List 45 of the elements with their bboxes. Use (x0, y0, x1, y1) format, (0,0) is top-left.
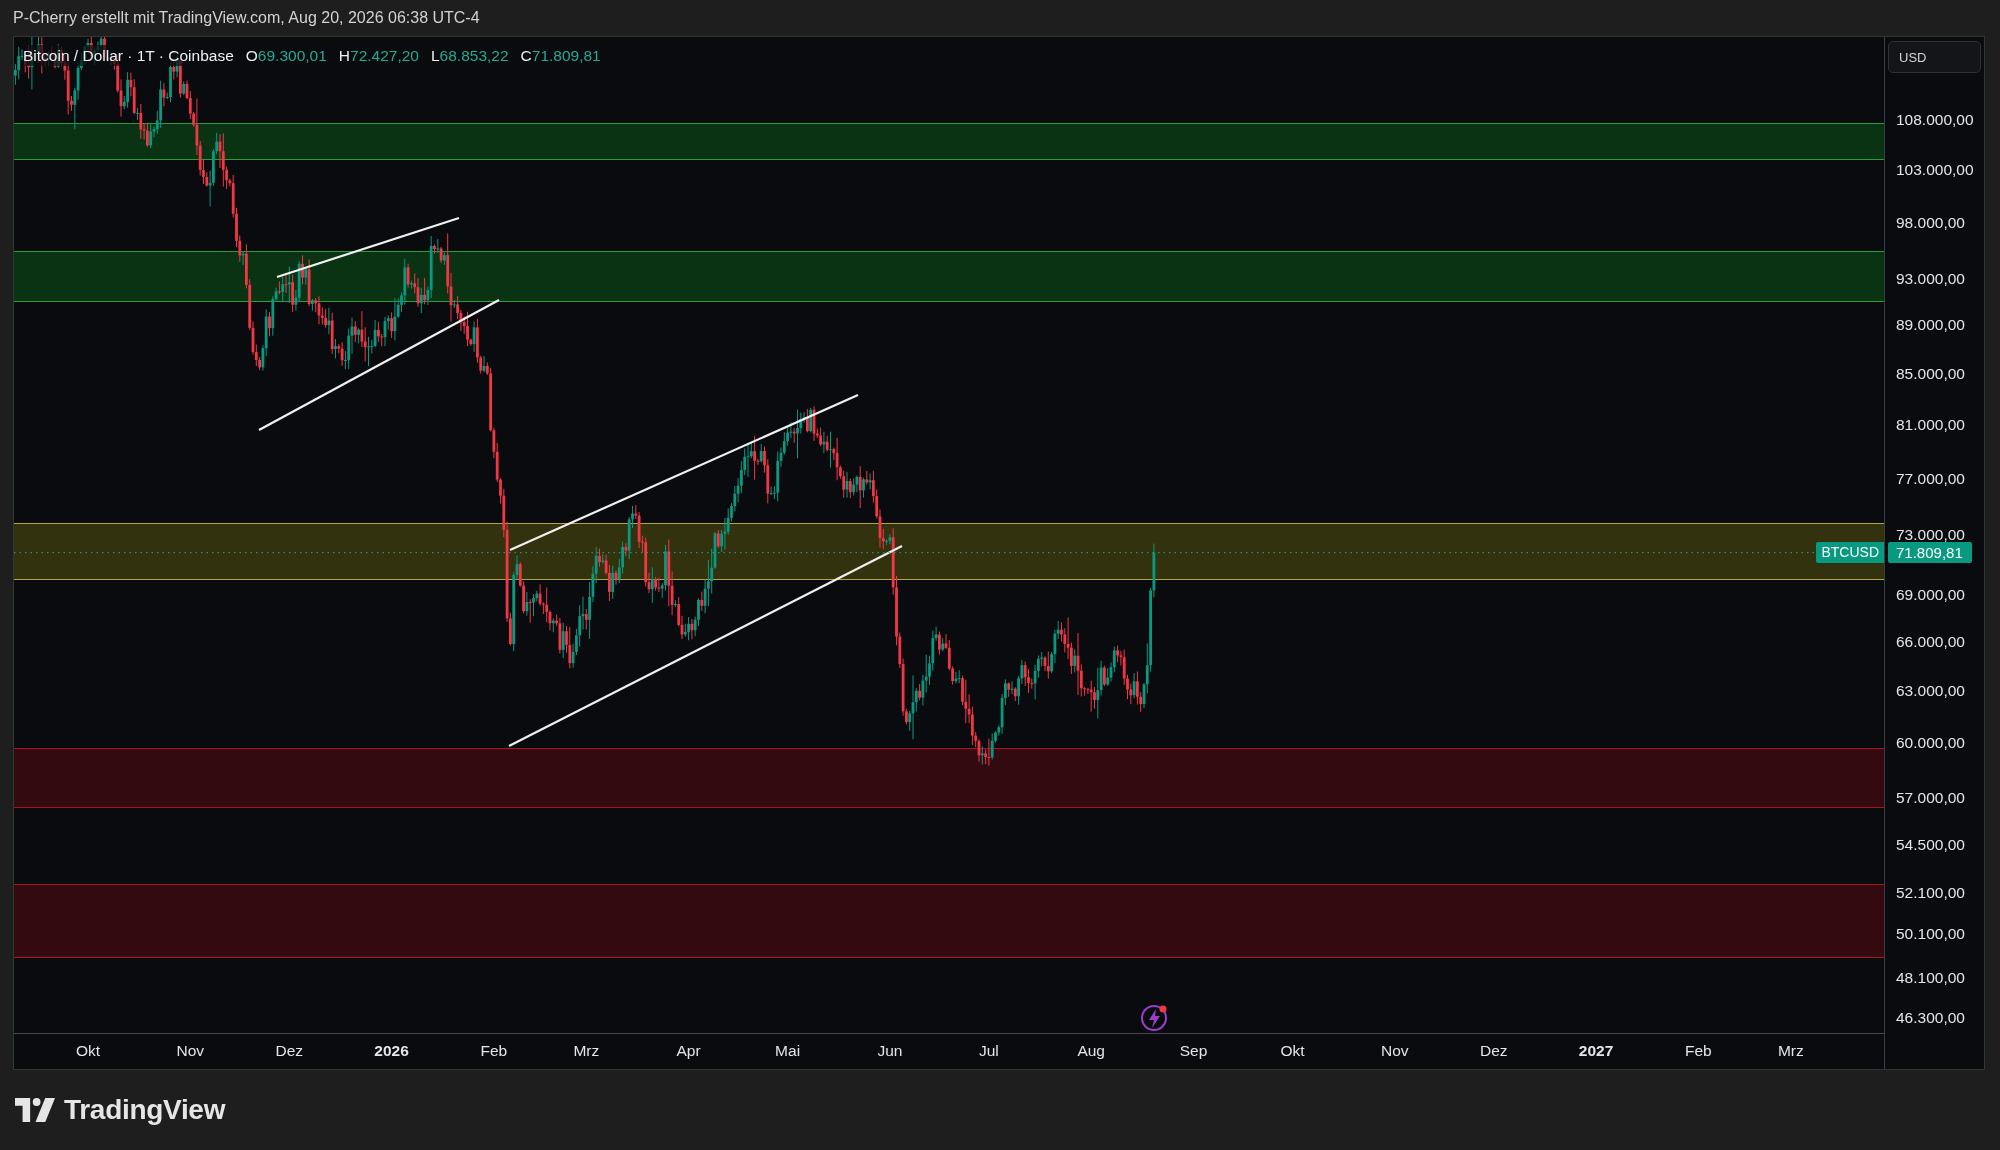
legend-title: Bitcoin / Dollar · 1T · Coinbase (23, 45, 234, 66)
last-price-label: 71.809,81 (1888, 542, 1972, 564)
currency-button[interactable]: USD (1888, 41, 1981, 73)
price-axis-label: 93.000,00 (1896, 269, 1965, 288)
price-axis-label: 85.000,00 (1896, 364, 1965, 383)
price-axis-label: 73.000,00 (1896, 526, 1965, 545)
time-axis-label: Okt (1280, 1042, 1305, 1060)
brand-name: TradingView (64, 1094, 226, 1126)
price-axis-label: 81.000,00 (1896, 416, 1965, 434)
time-axis-label: 2026 (374, 1042, 409, 1060)
time-axis-label: Aug (1077, 1042, 1105, 1060)
time-axis-label: Jul (979, 1042, 999, 1060)
time-axis-label: Dez (275, 1042, 304, 1060)
time-axis-label: Apr (676, 1042, 701, 1060)
time-axis-label: Mrz (1777, 1042, 1804, 1060)
price-axis-label: 63.000,00 (1896, 682, 1965, 701)
price-axis-label: 69.000,00 (1896, 586, 1965, 604)
price-axis-label: 48.100,00 (1896, 968, 1965, 987)
time-axis-label: Mai (775, 1042, 801, 1060)
time-axis-label: Jun (877, 1042, 903, 1060)
price-axis-label: 50.100,00 (1896, 925, 1965, 944)
time-axis-label: Nov (176, 1042, 205, 1060)
price-axis-label: 46.300,00 (1896, 1008, 1965, 1027)
time-axis-label: Mrz (573, 1042, 600, 1060)
lightning-icon[interactable] (1141, 1005, 1167, 1031)
price-axis-label: 77.000,00 (1896, 469, 1965, 488)
price-axis-label: 54.500,00 (1896, 836, 1965, 855)
price-axis-label: 60.000,00 (1896, 734, 1965, 753)
price-axis-label: 89.000,00 (1896, 316, 1965, 335)
time-axis-label: 2027 (1578, 1042, 1614, 1060)
time-axis-label: Nov (1381, 1042, 1409, 1060)
price-axis-label: 98.000,00 (1896, 214, 1965, 232)
price-axis-label: 103.000,00 (1896, 161, 1974, 180)
symbol-price-tag: BTCUSD (1816, 542, 1884, 564)
time-axis-label: Feb (1685, 1042, 1712, 1060)
time-axis-label: Okt (75, 1042, 101, 1060)
logo-icon (15, 1098, 55, 1122)
price-axis-label: 66.000,00 (1896, 633, 1965, 652)
price-axis-label: 108.000,00 (1896, 111, 1974, 129)
time-axis-label: Sep (1179, 1042, 1208, 1060)
time-axis-label: Dez (1480, 1042, 1508, 1060)
time-axis-label: Feb (480, 1042, 508, 1060)
price-axis-label: 52.100,00 (1896, 883, 1965, 902)
price-axis-label: 57.000,00 (1896, 788, 1965, 807)
chart-caption: P-Cherry erstellt mit TradingView.com, Aug 20, 2026 06:38 UTC-4 (13, 9, 480, 27)
